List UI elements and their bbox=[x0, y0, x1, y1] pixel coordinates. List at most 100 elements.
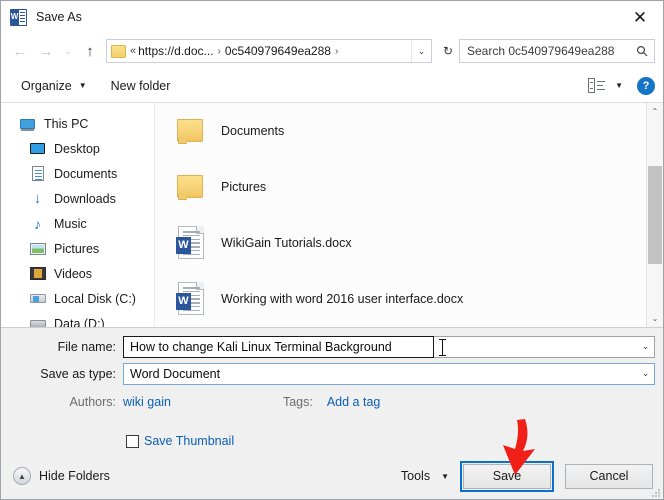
add-a-tag-link[interactable]: Add a tag bbox=[327, 395, 381, 409]
sidebar-item-label: Downloads bbox=[54, 191, 116, 206]
videos-icon bbox=[29, 266, 46, 282]
scroll-down-icon[interactable]: ⌄ bbox=[647, 310, 663, 327]
search-box[interactable]: Search 0c540979649ea288 bbox=[459, 39, 655, 63]
scrollbar-track[interactable] bbox=[647, 120, 663, 310]
list-item-label: Pictures bbox=[221, 179, 267, 194]
word-document-icon: W bbox=[171, 282, 211, 316]
breadcrumb-overflow-icon[interactable]: « bbox=[130, 45, 136, 57]
new-folder-button[interactable]: New folder bbox=[105, 73, 177, 99]
this-pc-icon bbox=[19, 116, 36, 132]
navigation-bar: ← → ⌄ ↑ « https://d.doc... › 0c540979649… bbox=[1, 33, 663, 69]
sidebar-item-pictures[interactable]: Pictures bbox=[1, 236, 154, 261]
view-layout-icon[interactable] bbox=[588, 78, 606, 93]
local-disk-icon bbox=[29, 291, 46, 307]
chevron-down-icon: ▼ bbox=[78, 81, 87, 90]
refresh-icon[interactable]: ↻ bbox=[437, 40, 459, 62]
file-name-combo[interactable]: How to change Kali Linux Terminal Backgr… bbox=[123, 335, 655, 358]
save-as-type-combo[interactable]: Word Document ⌄ bbox=[123, 362, 655, 385]
sidebar-item-videos[interactable]: Videos bbox=[1, 261, 154, 286]
organize-label: Organize bbox=[21, 78, 72, 93]
sidebar-item-label: Documents bbox=[54, 166, 118, 181]
hide-folders-button[interactable]: ▲ Hide Folders bbox=[13, 467, 110, 485]
sidebar-item-label: Music bbox=[54, 216, 87, 231]
chevron-down-icon[interactable]: ⌄ bbox=[637, 368, 654, 379]
list-item[interactable]: Documents bbox=[155, 103, 663, 159]
sidebar-item-documents[interactable]: Documents bbox=[1, 161, 154, 186]
hide-folders-label: Hide Folders bbox=[39, 469, 110, 483]
save-as-dialog: W Save As ✕ ← → ⌄ ↑ « https://d.doc... ›… bbox=[0, 0, 664, 500]
breadcrumb: « https://d.doc... › 0c540979649ea288 › bbox=[130, 44, 411, 58]
sidebar-item-label: Data (D:) bbox=[54, 316, 105, 328]
file-name-row: File name: How to change Kali Linux Term… bbox=[1, 335, 663, 358]
authors-label: Authors: bbox=[69, 395, 116, 409]
file-list[interactable]: Documents Pictures W WikiGain Tutorials.… bbox=[154, 103, 663, 327]
organize-button[interactable]: Organize ▼ bbox=[15, 73, 93, 99]
sidebar-item-label: Desktop bbox=[54, 141, 100, 156]
word-document-icon: W bbox=[171, 226, 211, 260]
tools-button[interactable]: Tools ▼ bbox=[401, 469, 449, 483]
desktop-icon bbox=[29, 141, 46, 157]
list-item-label: WikiGain Tutorials.docx bbox=[221, 235, 352, 250]
tools-label: Tools bbox=[400, 469, 431, 483]
window-title: Save As bbox=[36, 10, 82, 24]
save-as-type-row: Save as type: Word Document ⌄ bbox=[1, 362, 663, 385]
word-icon: W bbox=[10, 8, 27, 26]
save-as-type-value: Word Document bbox=[130, 366, 221, 381]
tags-label: Tags: bbox=[282, 395, 313, 409]
sidebar-item-music[interactable]: ♪ Music bbox=[1, 211, 154, 236]
chevron-right-icon: › bbox=[334, 45, 339, 57]
browser-body: This PC Desktop Documents ↓ Downloads ♪ … bbox=[1, 103, 663, 328]
sidebar-item-local-disk-c[interactable]: Local Disk (C:) bbox=[1, 286, 154, 311]
downloads-icon: ↓ bbox=[33, 190, 42, 207]
sidebar-item-data-d[interactable]: Data (D:) bbox=[1, 311, 154, 327]
authors-value[interactable]: wiki gain bbox=[123, 395, 171, 409]
save-as-type-label: Save as type: bbox=[40, 366, 116, 381]
list-item-label: Working with word 2016 user interface.do… bbox=[221, 291, 464, 306]
save-thumbnail-checkbox[interactable] bbox=[126, 434, 139, 448]
pictures-icon bbox=[29, 241, 46, 257]
close-icon[interactable]: ✕ bbox=[617, 1, 663, 33]
breadcrumb-item-folder[interactable]: 0c540979649ea288 bbox=[225, 44, 331, 58]
search-icon bbox=[634, 45, 650, 57]
forward-button[interactable]: → bbox=[33, 38, 59, 64]
folder-icon bbox=[111, 44, 126, 58]
address-dropdown-icon[interactable]: ⌄ bbox=[411, 40, 431, 62]
list-item[interactable]: Pictures bbox=[155, 159, 663, 215]
help-icon[interactable]: ? bbox=[637, 76, 655, 95]
scrollbar-thumb[interactable] bbox=[648, 165, 662, 265]
file-name-input[interactable]: How to change Kali Linux Terminal Backgr… bbox=[123, 335, 434, 358]
list-item-label: Documents bbox=[221, 123, 285, 138]
up-button[interactable]: ↑ bbox=[77, 38, 103, 64]
scroll-up-icon[interactable]: ⌃ bbox=[647, 103, 663, 120]
resize-grip[interactable] bbox=[650, 487, 660, 497]
music-icon: ♪ bbox=[34, 215, 41, 232]
save-button[interactable]: Save bbox=[460, 460, 554, 492]
view-dropdown-icon[interactable]: ▼ bbox=[615, 81, 623, 90]
sidebar-item-this-pc[interactable]: This PC bbox=[1, 111, 154, 136]
file-list-scrollbar[interactable]: ⌃ ⌄ bbox=[646, 103, 663, 327]
sidebar-item-label: Pictures bbox=[54, 241, 100, 256]
recent-locations-button[interactable]: ⌄ bbox=[59, 38, 77, 64]
chevron-down-icon[interactable]: ⌄ bbox=[637, 341, 654, 352]
list-item[interactable]: W WikiGain Tutorials.docx bbox=[155, 215, 663, 271]
back-button[interactable]: ← bbox=[7, 38, 33, 64]
documents-icon bbox=[29, 166, 46, 182]
command-bar: Organize ▼ New folder ▼ ? bbox=[1, 69, 663, 103]
save-thumbnail-row[interactable]: Save Thumbnail bbox=[1, 429, 663, 453]
search-input[interactable]: Search 0c540979649ea288 bbox=[467, 44, 634, 58]
text-cursor-icon bbox=[439, 338, 446, 356]
address-bar[interactable]: « https://d.doc... › 0c540979649ea288 › … bbox=[106, 39, 432, 63]
save-thumbnail-label: Save Thumbnail bbox=[144, 434, 235, 448]
title-bar: W Save As ✕ bbox=[1, 1, 663, 33]
folder-icon bbox=[171, 119, 211, 144]
sidebar-item-desktop[interactable]: Desktop bbox=[1, 136, 154, 161]
navigation-pane: This PC Desktop Documents ↓ Downloads ♪ … bbox=[1, 103, 154, 327]
sidebar-item-downloads[interactable]: ↓ Downloads bbox=[1, 186, 154, 211]
list-item[interactable]: W Working with word 2016 user interface.… bbox=[155, 271, 663, 327]
breadcrumb-item-host[interactable]: https://d.doc... bbox=[138, 44, 213, 58]
chevron-up-icon: ▲ bbox=[13, 467, 31, 485]
save-form: File name: How to change Kali Linux Term… bbox=[1, 328, 663, 453]
cancel-button[interactable]: Cancel bbox=[565, 463, 653, 489]
chevron-down-icon: ▼ bbox=[441, 471, 449, 481]
chevron-right-icon: › bbox=[217, 45, 221, 57]
